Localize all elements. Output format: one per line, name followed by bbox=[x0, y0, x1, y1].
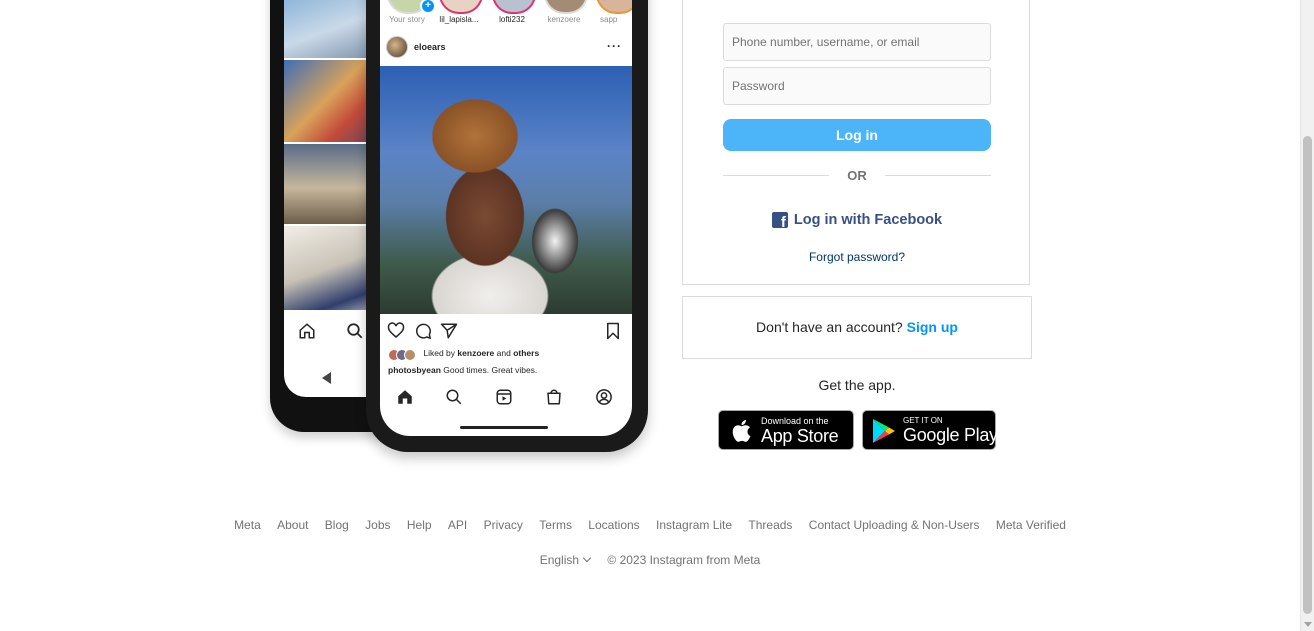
add-story-icon: + bbox=[420, 0, 436, 14]
footer-link-blog[interactable]: Blog bbox=[325, 518, 349, 532]
footer-link-meta-verified[interactable]: Meta Verified bbox=[996, 518, 1066, 532]
front-phone: + Your story lil_lapisla... lofti232 ken… bbox=[366, 0, 648, 452]
google-play-button[interactable]: GET IT ON Google Play bbox=[862, 410, 998, 450]
chevron-down-icon bbox=[582, 553, 592, 563]
get-app-label: Get the app. bbox=[818, 377, 896, 393]
liker-avatars bbox=[388, 348, 418, 361]
apple-icon bbox=[732, 420, 751, 442]
footer-link-instagram-lite[interactable]: Instagram Lite bbox=[656, 518, 732, 532]
or-divider: OR bbox=[723, 167, 991, 185]
footer-link-api[interactable]: API bbox=[448, 518, 467, 532]
footer-link-help[interactable]: Help bbox=[407, 518, 432, 532]
likes-and: and bbox=[496, 348, 511, 358]
share-icon bbox=[440, 323, 458, 339]
story-label: kenzoere bbox=[547, 15, 581, 24]
signup-link[interactable]: Sign up bbox=[907, 319, 958, 335]
footer-link-contact-uploading[interactable]: Contact Uploading & Non-Users bbox=[809, 518, 980, 532]
language-selector[interactable]: English bbox=[539, 553, 592, 567]
story-avatar bbox=[544, 0, 588, 14]
google-play-small-text: GET IT ON bbox=[903, 416, 943, 425]
likes-others: others bbox=[513, 348, 540, 358]
stories-row: + Your story lil_lapisla... lofti232 ken… bbox=[380, 0, 632, 28]
front-phone-screen: + Your story lil_lapisla... lofti232 ken… bbox=[380, 0, 632, 436]
reels-icon bbox=[496, 389, 512, 405]
search-icon bbox=[347, 323, 363, 339]
footer-link-about[interactable]: About bbox=[277, 518, 308, 532]
facebook-login-button[interactable]: Log in with Facebook bbox=[723, 211, 991, 231]
footer-links: Meta About Blog Jobs Help API Privacy Te… bbox=[0, 518, 1300, 532]
footer-link-jobs[interactable]: Jobs bbox=[365, 518, 390, 532]
footer-link-threads[interactable]: Threads bbox=[748, 518, 792, 532]
bottom-nav bbox=[380, 388, 632, 410]
avatar bbox=[386, 36, 408, 58]
username-input[interactable] bbox=[723, 23, 991, 61]
copyright: © 2023 Instagram from Meta bbox=[607, 553, 761, 567]
story-label: sapp bbox=[600, 15, 618, 24]
app-store-small-text: Download on the bbox=[761, 416, 829, 426]
login-card: Log in OR Log in with Facebook Forgot pa… bbox=[682, 0, 1030, 285]
scroll-down-arrow-icon[interactable] bbox=[1304, 622, 1312, 627]
caption-text: Good times. Great vibes. bbox=[443, 365, 538, 375]
android-back-icon bbox=[322, 372, 331, 384]
footer-bottom: English © 2023 Instagram from Meta bbox=[0, 553, 1300, 567]
post-photo bbox=[380, 66, 632, 314]
more-options-icon: ··· bbox=[607, 39, 622, 53]
story-label: lil_lapisla... bbox=[439, 15, 479, 24]
facebook-icon bbox=[771, 211, 788, 231]
shop-icon bbox=[547, 389, 561, 405]
google-play-icon bbox=[873, 419, 895, 443]
comment-icon bbox=[416, 323, 432, 340]
signup-prompt: Don't have an account? bbox=[756, 319, 903, 335]
likes-prefix: Liked by bbox=[423, 348, 456, 358]
bookmark-icon bbox=[607, 322, 619, 340]
signup-card: Don't have an account? Sign up bbox=[682, 296, 1032, 359]
home-icon bbox=[398, 390, 412, 404]
post-actions bbox=[380, 322, 632, 342]
facebook-login-label: Log in with Facebook bbox=[793, 211, 943, 228]
caption-line: photosbyean Good times. Great vibes. bbox=[388, 365, 537, 375]
phones-mockup-image: + Your story lil_lapisla... lofti232 ken… bbox=[268, 0, 652, 455]
story-avatar bbox=[492, 0, 536, 14]
home-icon bbox=[299, 323, 315, 339]
caption-user: photosbyean bbox=[388, 365, 441, 375]
google-play-big-text: Google Play bbox=[903, 425, 998, 445]
story-avatar bbox=[596, 0, 632, 14]
story-label: Your story bbox=[389, 15, 425, 24]
password-input[interactable] bbox=[723, 67, 991, 105]
vertical-scrollbar[interactable] bbox=[1300, 0, 1314, 631]
likes-line: Liked by kenzoere and others bbox=[388, 348, 540, 361]
language-label: English bbox=[539, 553, 580, 567]
footer-link-privacy[interactable]: Privacy bbox=[484, 518, 523, 532]
divider-line bbox=[885, 175, 991, 176]
profile-icon bbox=[596, 389, 612, 405]
forgot-password-link[interactable]: Forgot password? bbox=[723, 250, 991, 264]
story-avatar bbox=[439, 0, 483, 14]
login-button[interactable]: Log in bbox=[723, 119, 991, 151]
footer-link-locations[interactable]: Locations bbox=[588, 518, 639, 532]
home-indicator bbox=[460, 426, 548, 429]
post-header: eloears ··· bbox=[380, 36, 632, 60]
heart-icon bbox=[387, 322, 405, 338]
app-store-big-text: App Store bbox=[761, 426, 839, 446]
footer-link-meta[interactable]: Meta bbox=[234, 518, 261, 532]
scrollbar-thumb[interactable] bbox=[1303, 136, 1312, 614]
search-icon bbox=[446, 389, 462, 405]
story-label: lofti232 bbox=[499, 15, 525, 24]
likes-user: kenzoere bbox=[457, 348, 495, 358]
footer-link-terms[interactable]: Terms bbox=[539, 518, 572, 532]
post-username: eloears bbox=[414, 42, 446, 52]
app-store-button[interactable]: Download on the App Store bbox=[718, 410, 854, 450]
